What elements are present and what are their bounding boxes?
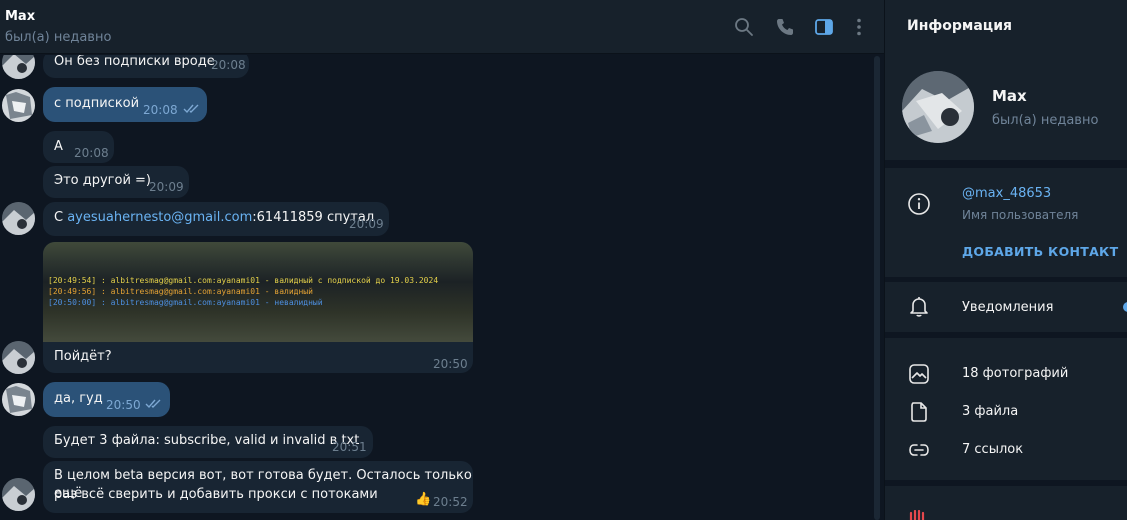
message-bubble[interactable]: Это другой =) 20:09 — [43, 166, 189, 198]
section-separator — [885, 480, 1127, 486]
message-text: да, гуд — [54, 391, 103, 406]
avatar[interactable] — [2, 478, 35, 511]
log-line: [20:49:56] : albitresmag@gmail.com:ayana… — [48, 287, 313, 296]
avatar[interactable] — [2, 202, 35, 235]
message-list[interactable]: Он без подписки вроде 20:08 с подпиской … — [0, 55, 872, 520]
read-check-icon — [145, 399, 161, 409]
hand-icon — [909, 510, 925, 520]
avatar[interactable] — [2, 341, 35, 374]
more-options-icon[interactable] — [849, 17, 869, 37]
log-line: [20:49:54] : albitresmag@gmail.com:ayana… — [48, 276, 439, 285]
message-bubble[interactable]: Он без подписки вроде 20:08 — [43, 55, 249, 78]
message-text: А — [54, 139, 63, 154]
profile-avatar[interactable] — [902, 71, 974, 143]
message-bubble[interactable]: А 20:08 — [43, 131, 114, 163]
message-bubble-with-image[interactable]: [20:49:54] : albitresmag@gmail.com:ayana… — [43, 242, 473, 373]
message-bubble[interactable]: С ayesuahernesto@gmail.com:61411859 спут… — [43, 202, 389, 236]
notifications-toggle[interactable] — [1123, 302, 1127, 312]
message-bubble-outgoing[interactable]: да, гуд 20:50 — [43, 382, 170, 417]
avatar[interactable] — [2, 89, 35, 122]
section-separator — [885, 277, 1127, 282]
message-time: 20:09 — [149, 180, 184, 194]
telegram-window: Max был(а) недавно Он без подписки вроде… — [0, 0, 1127, 520]
avatar[interactable] — [2, 55, 35, 79]
chat-title[interactable]: Max — [5, 9, 35, 24]
message-time: 20:51 — [332, 440, 367, 454]
search-icon[interactable] — [734, 17, 754, 37]
message-text: Это другой =) — [54, 173, 151, 188]
info-panel: Информация Max был(а) недавно @max_48653… — [885, 0, 1127, 520]
profile-status: был(а) недавно — [992, 113, 1099, 128]
message-time: 20:08 — [211, 58, 246, 72]
notifications-label[interactable]: Уведомления — [962, 300, 1053, 315]
username-link[interactable]: @max_48653 — [962, 186, 1051, 201]
sidebar-toggle-icon[interactable] — [814, 17, 834, 37]
message-text: С ayesuahernesto@gmail.com:61411859 спут… — [54, 210, 375, 225]
message-time: 20:09 — [349, 217, 384, 231]
media-links[interactable]: 7 ссылок — [962, 442, 1023, 457]
thumbs-up-reaction-icon[interactable]: 👍 — [415, 491, 431, 509]
message-time: 20:08 — [143, 103, 178, 117]
message-text: Пойдёт? — [54, 349, 112, 364]
add-contact-button[interactable]: ДОБАВИТЬ КОНТАКТ — [962, 244, 1118, 259]
message-text: Будет 3 файла: subscribe, valid и invali… — [54, 433, 360, 448]
log-line: [20:50:00] : albitresmag@gmail.com:ayana… — [48, 298, 323, 307]
photo-icon — [909, 364, 929, 384]
message-time: 20:50 — [106, 398, 141, 412]
profile-name: Max — [992, 87, 1027, 105]
attached-screenshot-image[interactable]: [20:49:54] : albitresmag@gmail.com:ayana… — [43, 242, 473, 342]
username-label: Имя пользователя — [962, 208, 1079, 222]
bell-icon — [910, 297, 928, 317]
info-panel-title: Информация — [907, 18, 1012, 34]
message-time: 20:52 — [433, 495, 468, 509]
section-separator — [885, 332, 1127, 338]
avatar[interactable] — [2, 383, 35, 416]
message-text: Он без подписки вроде — [54, 55, 215, 69]
message-bubble-outgoing[interactable]: с подпиской 20:08 — [43, 87, 207, 122]
chat-scrollbar[interactable] — [874, 56, 880, 520]
media-files[interactable]: 3 файла — [962, 404, 1018, 419]
phone-icon[interactable] — [775, 17, 795, 37]
chat-header: Max был(а) недавно — [0, 0, 885, 54]
link-icon — [909, 444, 929, 456]
message-text: с подпиской — [54, 96, 140, 111]
message-bubble[interactable]: В целом beta версия вот, вот готова буде… — [43, 461, 473, 513]
section-separator — [885, 160, 1127, 168]
message-time: 20:08 — [74, 146, 109, 160]
read-check-icon — [183, 104, 199, 114]
file-icon — [911, 402, 927, 422]
chat-status: был(а) недавно — [5, 30, 112, 45]
media-photos[interactable]: 18 фотографий — [962, 366, 1068, 381]
message-bubble[interactable]: Будет 3 файла: subscribe, valid и invali… — [43, 426, 373, 458]
info-icon — [908, 193, 930, 215]
message-text-line: раз всё сверить и добавить прокси с пото… — [54, 487, 378, 502]
email-link[interactable]: ayesuahernesto@gmail.com — [67, 210, 252, 225]
message-time: 20:50 — [433, 357, 468, 371]
